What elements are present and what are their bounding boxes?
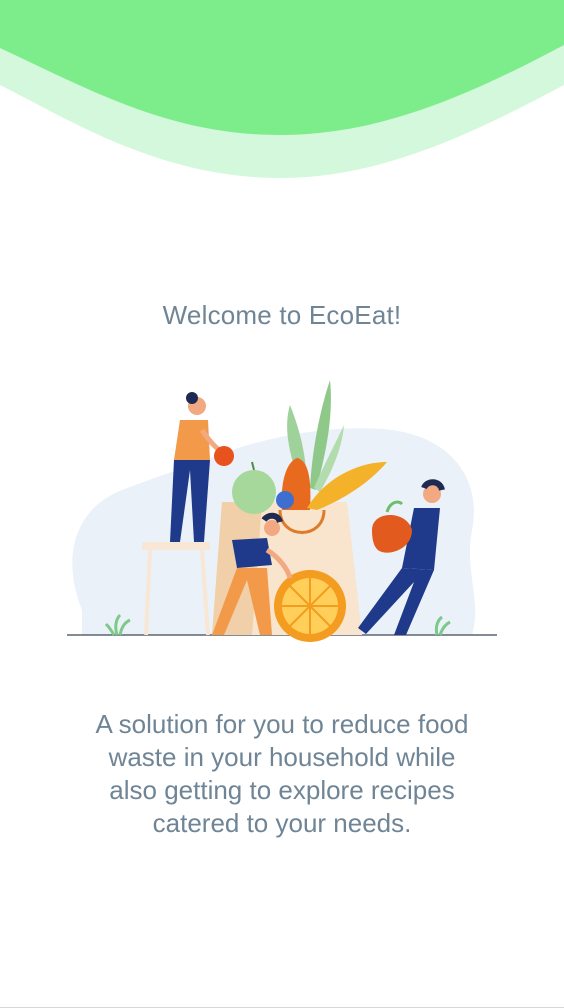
top-wave-decoration [0,0,564,178]
welcome-screen: Welcome to EcoEat! A solution for you to… [0,0,564,1008]
woman-top-body [174,420,210,460]
held-tomato [214,446,234,466]
tagline-text: A solution for you to reduce food waste … [95,709,469,838]
welcome-title: Welcome to EcoEat! [162,300,402,330]
grocery-illustration [67,380,497,642]
blueberry [276,491,294,509]
woman-top-hair [186,392,198,404]
orange-segments [282,578,338,634]
woman-bottom-body [232,538,272,568]
stool-top [142,542,210,550]
green-apple [232,470,276,514]
